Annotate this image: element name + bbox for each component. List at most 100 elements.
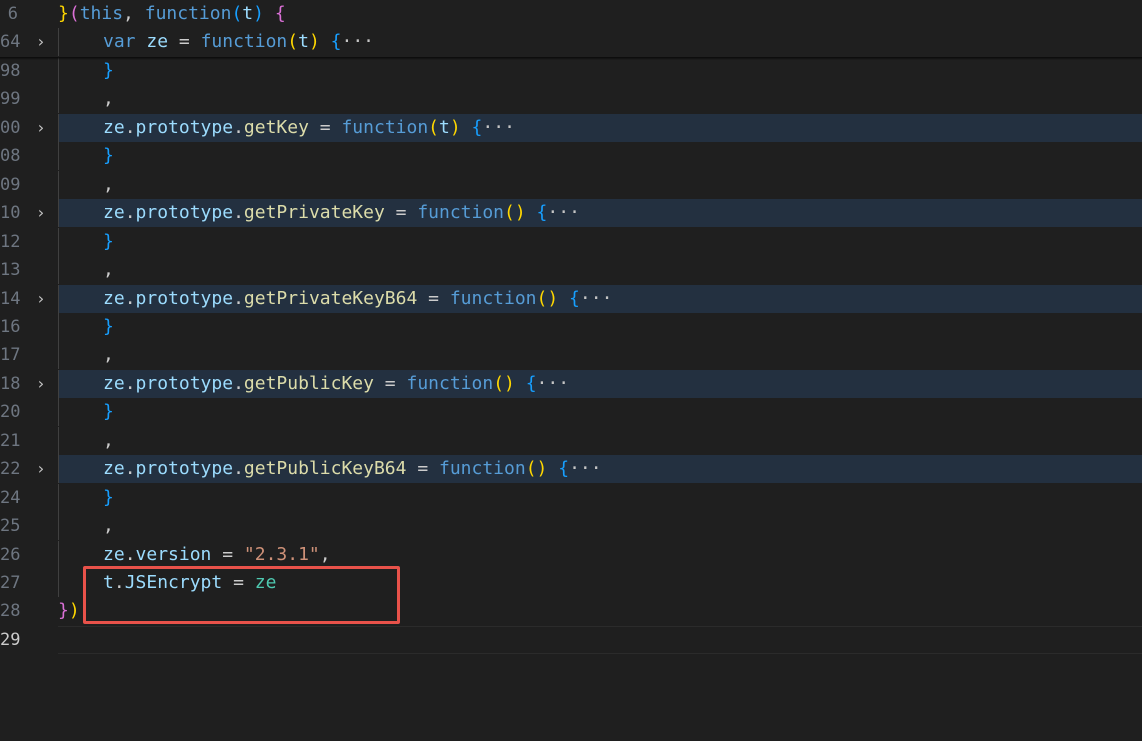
line-number: 10 bbox=[0, 203, 21, 224]
code-token: ze bbox=[103, 458, 125, 480]
code-line[interactable]: 13, bbox=[0, 256, 1142, 285]
code-token: = bbox=[308, 116, 342, 138]
code-line[interactable]: 08} bbox=[0, 142, 1142, 171]
code-token: . bbox=[124, 287, 136, 309]
code-token: { bbox=[558, 458, 570, 480]
line-code: , bbox=[103, 427, 114, 455]
indent-guide bbox=[58, 199, 59, 228]
folded-code-line[interactable]: 14 › ze.prototype.getPrivateKeyB64 = funct… bbox=[0, 284, 1142, 313]
line-number: 25 bbox=[0, 516, 21, 537]
code-token: . bbox=[124, 116, 136, 138]
code-token: { bbox=[525, 372, 537, 394]
code-line[interactable]: 21, bbox=[0, 426, 1142, 455]
line-number: 64 bbox=[0, 32, 21, 53]
code-token: = bbox=[211, 543, 244, 565]
folded-code-line[interactable]: 18 › ze.prototype.getPublicKey = function(… bbox=[0, 369, 1142, 398]
code-token: function bbox=[439, 458, 526, 480]
code-token: { bbox=[330, 31, 342, 53]
indent-guide bbox=[58, 170, 59, 199]
chevron-right-icon[interactable]: › bbox=[34, 199, 48, 227]
chevron-right-icon[interactable]: › bbox=[34, 285, 48, 313]
chevron-right-icon[interactable]: › bbox=[34, 455, 48, 483]
folded-code-line[interactable]: 10 › ze.prototype.getPrivateKey = function… bbox=[0, 199, 1142, 228]
line-number: 6 bbox=[7, 4, 18, 24]
current-line-highlight bbox=[58, 625, 1142, 654]
code-token: t bbox=[439, 116, 450, 138]
code-line[interactable]: 98} bbox=[0, 56, 1142, 85]
code-line[interactable]: 12} bbox=[0, 227, 1142, 256]
code-token: = bbox=[384, 202, 418, 224]
indent-guide bbox=[58, 426, 59, 455]
code-token: . bbox=[124, 202, 136, 224]
folded-code-line[interactable]: 22 › ze.prototype.getPublicKeyB64 = functi… bbox=[0, 455, 1142, 484]
chevron-right-icon[interactable]: › bbox=[34, 370, 48, 398]
line-number: 13 bbox=[0, 260, 21, 281]
chevron-right-icon[interactable]: › bbox=[34, 28, 48, 56]
code-token: ( bbox=[428, 116, 440, 138]
code-token: ze bbox=[146, 31, 169, 53]
code-token: . bbox=[124, 543, 136, 565]
code-token: ( bbox=[68, 3, 80, 24]
line-number: 24 bbox=[0, 487, 21, 508]
folded-code-line[interactable]: 00 › ze.prototype.getKey = function(t) {··… bbox=[0, 113, 1142, 142]
code-token: getKey bbox=[243, 116, 309, 138]
code-token: , bbox=[103, 88, 114, 110]
code-line[interactable]: 64 › var ze = function(t) {··· bbox=[0, 28, 1142, 57]
code-token: prototype bbox=[135, 202, 234, 224]
line-number: 16 bbox=[0, 316, 21, 337]
indent-guide bbox=[58, 56, 59, 85]
code-line[interactable]: 24} bbox=[0, 483, 1142, 512]
code-line[interactable]: 17, bbox=[0, 341, 1142, 370]
line-code: ze.prototype.getPrivateKey = function() … bbox=[103, 199, 580, 227]
code-token: = bbox=[168, 31, 201, 53]
code-token: , bbox=[319, 543, 331, 565]
code-line[interactable]: 99, bbox=[0, 85, 1142, 114]
code-token: ze bbox=[103, 202, 125, 224]
indent-guide bbox=[58, 284, 59, 313]
indent-guide bbox=[58, 369, 59, 398]
code-editor[interactable]: 6 }(this, function(t) { 64 › var ze = functi… bbox=[0, 0, 1142, 741]
line-code: ze.prototype.getKey = function(t) {··· bbox=[103, 114, 515, 142]
code-token: ··· bbox=[547, 202, 580, 224]
code-token: . bbox=[124, 372, 136, 394]
code-line[interactable]: 25, bbox=[0, 512, 1142, 541]
indent-guide bbox=[58, 341, 59, 370]
indent-guide bbox=[58, 483, 59, 512]
line-code: , bbox=[103, 171, 114, 199]
code-token: () bbox=[525, 458, 559, 480]
code-token: () bbox=[504, 202, 537, 224]
line-code: var ze = function(t) {··· bbox=[103, 28, 374, 56]
code-line[interactable]: 29 bbox=[0, 625, 1142, 654]
code-token: ( bbox=[231, 3, 243, 24]
line-number: 99 bbox=[0, 89, 21, 110]
code-line[interactable]: 26 ze.version = "2.3.1", bbox=[0, 540, 1142, 569]
line-code: ze.prototype.getPublicKey = function() {… bbox=[103, 370, 569, 398]
indent-guide bbox=[58, 28, 59, 57]
line-code: }) bbox=[58, 597, 80, 625]
code-token: { bbox=[569, 287, 580, 309]
indent-guide bbox=[58, 142, 59, 171]
code-token: ) bbox=[68, 600, 80, 622]
code-line[interactable]: 20} bbox=[0, 398, 1142, 427]
code-line[interactable]: 09, bbox=[0, 170, 1142, 199]
code-token: function bbox=[200, 31, 288, 53]
code-token: prototype bbox=[135, 287, 234, 309]
code-line[interactable]: 16} bbox=[0, 312, 1142, 341]
line-code: } bbox=[103, 142, 114, 170]
code-token: } bbox=[58, 600, 69, 622]
code-token: prototype bbox=[135, 458, 234, 480]
chevron-right-icon[interactable]: › bbox=[34, 114, 48, 142]
indent-guide bbox=[58, 227, 59, 256]
line-code: } bbox=[103, 57, 114, 85]
code-token: function bbox=[341, 116, 429, 138]
code-token: ··· bbox=[482, 116, 515, 138]
code-line[interactable]: 6 }(this, function(t) { bbox=[0, 0, 1142, 28]
code-token: function bbox=[406, 372, 494, 394]
line-code: }(this, function(t) { bbox=[58, 0, 286, 28]
code-token: ) bbox=[308, 31, 331, 53]
code-token: } bbox=[103, 230, 114, 252]
code-token: { bbox=[274, 3, 286, 24]
code-token: , bbox=[103, 429, 114, 451]
line-code: ze.prototype.getPrivateKeyB64 = function… bbox=[103, 285, 612, 313]
code-token: ··· bbox=[536, 372, 570, 394]
